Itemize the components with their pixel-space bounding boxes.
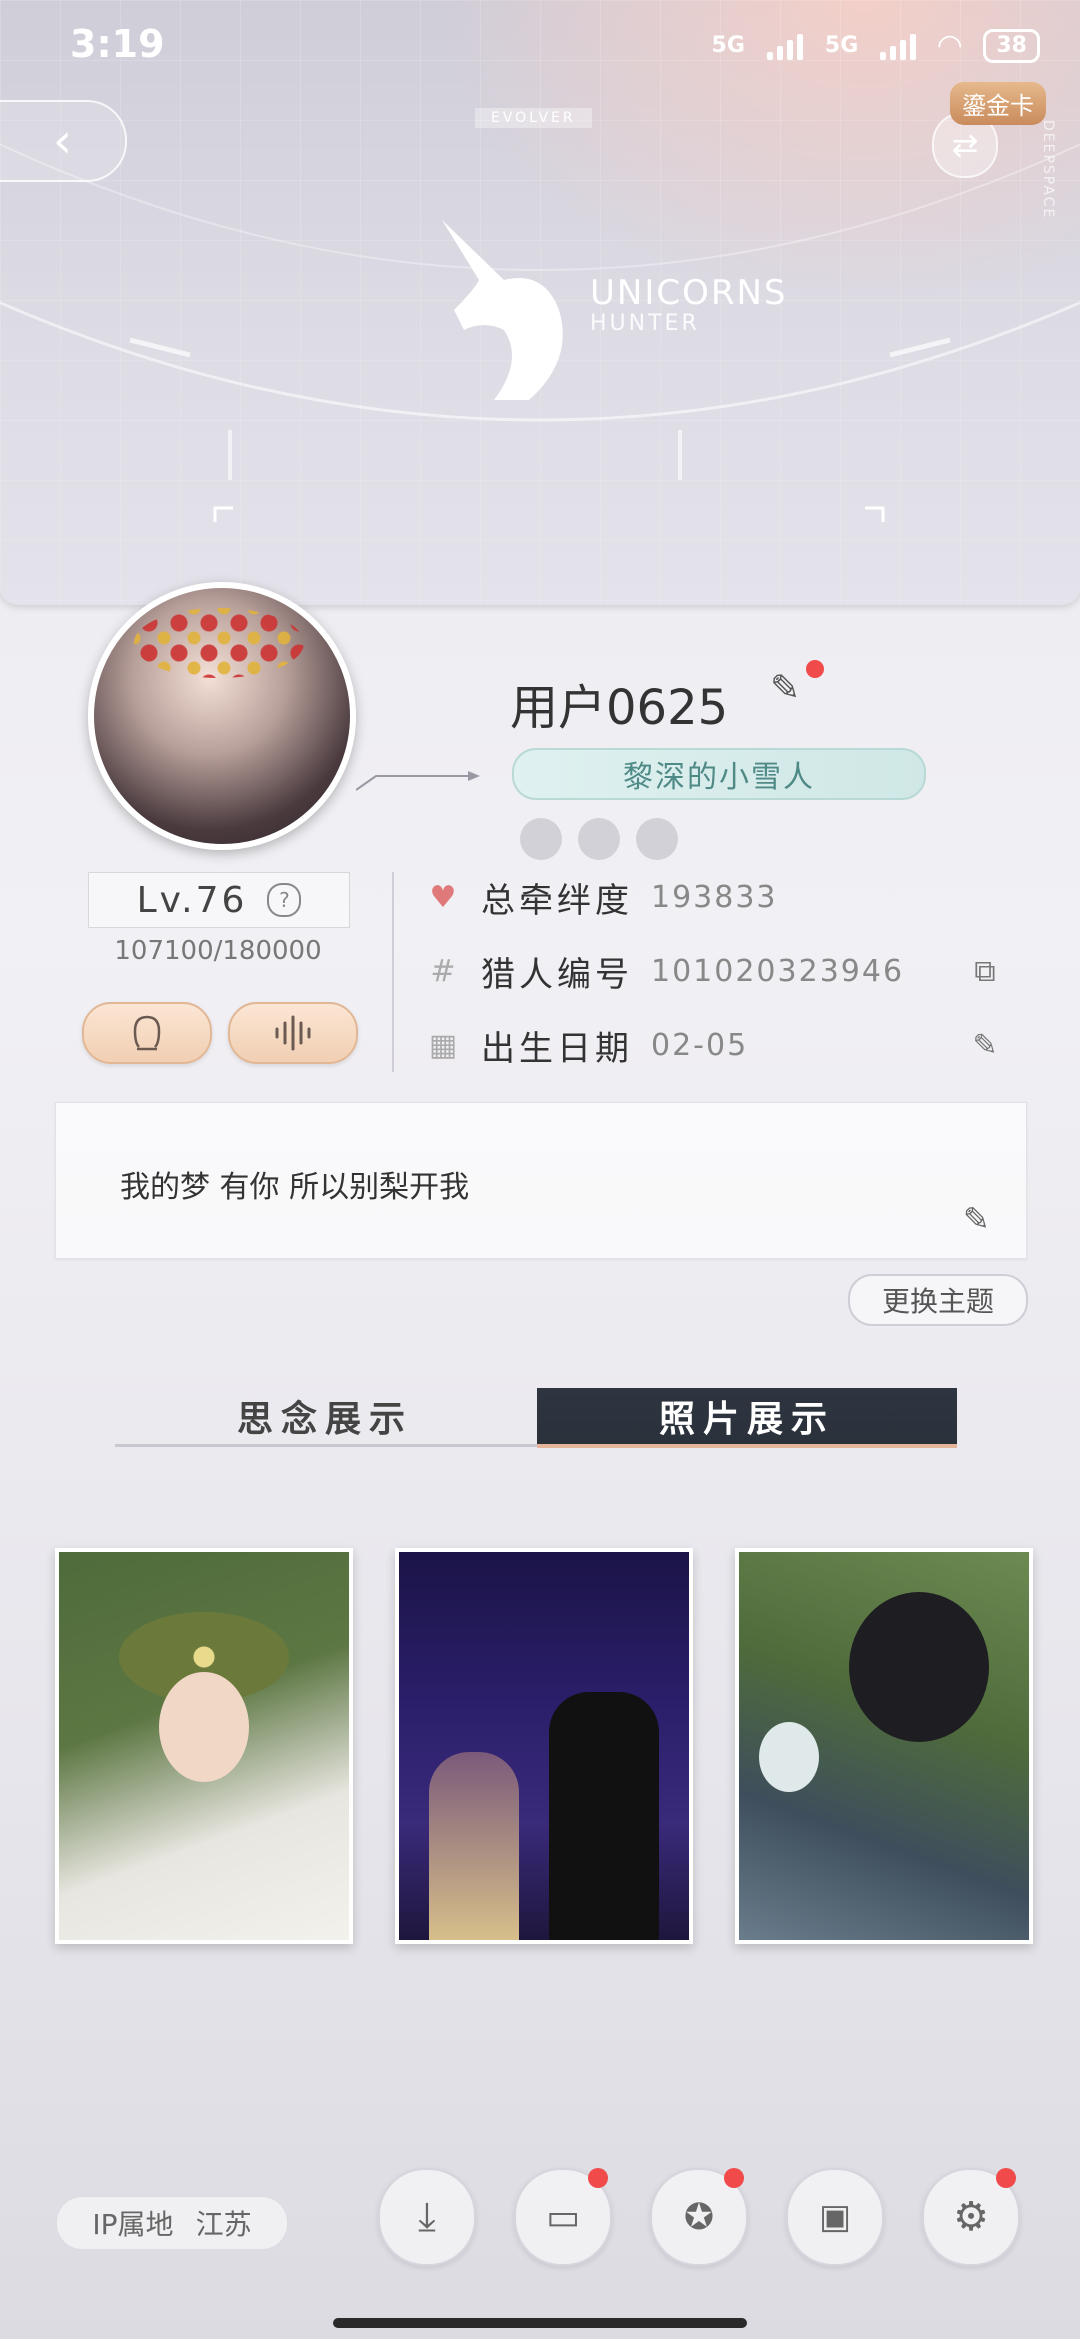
voice-button[interactable]	[228, 1002, 358, 1064]
chevron-left-icon: ‹	[52, 113, 73, 169]
settings-button[interactable]: ⚙	[922, 2168, 1020, 2266]
photo-card[interactable]	[55, 1548, 353, 1944]
tab-memories[interactable]: 思念展示	[115, 1388, 535, 1444]
evolver-tag: EVOLVER	[475, 108, 592, 128]
avatar[interactable]	[88, 582, 356, 850]
stat-label: 出生日期	[481, 1028, 633, 1069]
notification-dot	[588, 2168, 608, 2188]
level-exp: 107100/180000	[114, 936, 322, 966]
gold-card-badge[interactable]: 鎏金卡	[950, 82, 1046, 125]
notification-dot	[996, 2168, 1016, 2188]
change-theme-button[interactable]: 更换主题	[848, 1274, 1028, 1326]
notification-dot	[724, 2168, 744, 2188]
copy-icon[interactable]: ⧉	[965, 951, 1005, 991]
signal-icon	[766, 32, 803, 60]
notification-dot	[806, 660, 824, 678]
net2-label: 5G	[824, 33, 859, 58]
character-face	[159, 1672, 249, 1782]
ip-label: IP属地	[92, 2208, 174, 2241]
character-hair	[849, 1592, 989, 1742]
unicorns-logo: UNICORNS HUNTER	[440, 210, 788, 400]
stat-label: 猎人编号	[481, 954, 633, 995]
back-button[interactable]: ‹	[0, 100, 127, 182]
home-indicator[interactable]	[333, 2318, 747, 2328]
tab-photos[interactable]: 照片展示	[537, 1388, 957, 1448]
connector-line	[356, 771, 480, 791]
edit-name-button[interactable]: ✎	[770, 660, 824, 712]
character-button[interactable]	[82, 1002, 212, 1064]
sound-wave-icon	[275, 1015, 311, 1051]
female-avatar-icon	[133, 1015, 161, 1051]
heart-icon: ♥	[429, 879, 457, 915]
title-badge[interactable]: 黎深的小雪人	[512, 748, 926, 800]
stat-birthday: ▦ 出生日期 02-05 ✎	[425, 1020, 1005, 1070]
ip-location: IP属地 江苏	[56, 2196, 288, 2250]
edit-signature-icon[interactable]: ✎	[963, 1200, 1003, 1240]
ip-value: 江苏	[195, 2208, 252, 2241]
download-icon: ⤓	[418, 2194, 436, 2240]
download-button[interactable]: ⤓	[378, 2168, 476, 2266]
stat-value: 101020323946	[651, 953, 905, 989]
gear-icon: ⚙	[953, 2194, 989, 2240]
stat-value: 02-05	[651, 1027, 749, 1063]
badge-slots[interactable]	[520, 818, 678, 860]
signal-icon-2	[880, 32, 917, 60]
stat-label: 总牵绊度	[481, 880, 633, 921]
battery-indicator: 38	[983, 28, 1040, 63]
info-divider	[392, 872, 394, 1072]
deepspace-vertical-text: DEEPSPACE	[1040, 120, 1056, 220]
signature-text: 我的梦 有你 所以别梨开我	[120, 1170, 470, 1205]
edit-birthday-icon[interactable]: ✎	[965, 1025, 1005, 1065]
logo-subtitle: HUNTER	[590, 310, 700, 336]
level-value: Lv.76	[136, 879, 248, 921]
message-board-button[interactable]: ▭	[514, 2168, 612, 2266]
character-silhouette	[429, 1752, 519, 1940]
photo-card[interactable]	[395, 1548, 693, 1944]
monitor-icon: ▭	[545, 2196, 580, 2238]
swap-icon: ⇄	[951, 126, 979, 164]
stat-bond: ♥ 总牵绊度 193833	[425, 872, 1005, 922]
backpack-button[interactable]: ▣	[786, 2168, 884, 2266]
wifi-icon: ◠	[938, 28, 962, 63]
status-time: 3:19	[70, 22, 165, 66]
achievement-button[interactable]: ✪	[650, 2168, 748, 2266]
stat-value: 193833	[651, 879, 778, 915]
logo-title: UNICORNS	[590, 272, 788, 313]
username: 用户0625	[510, 680, 729, 736]
pencil-icon: ✎	[770, 668, 801, 709]
character-silhouette	[549, 1692, 659, 1940]
question-icon[interactable]: ?	[267, 883, 302, 917]
status-icons: 5G 5G ◠ 38	[712, 28, 1040, 63]
unicorn-icon	[442, 220, 563, 400]
flower-crown-decoration	[134, 608, 304, 678]
level-box: Lv.76 ?	[88, 872, 350, 928]
medal-icon: ✪	[683, 2196, 715, 2238]
calendar-icon: ▦	[428, 1027, 458, 1063]
hash-icon: #	[430, 953, 456, 989]
photo-card[interactable]	[735, 1548, 1033, 1944]
stat-hunter-id: # 猎人编号 101020323946 ⧉	[425, 946, 1005, 996]
briefcase-icon: ▣	[818, 2197, 852, 2237]
net1-label: 5G	[711, 33, 745, 58]
snowman-figure	[759, 1722, 819, 1792]
